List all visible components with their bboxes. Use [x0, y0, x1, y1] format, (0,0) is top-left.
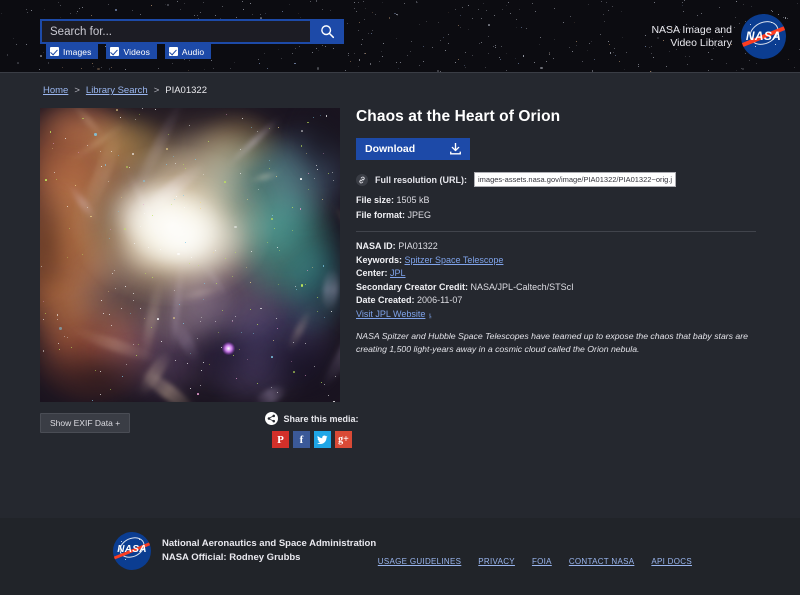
search-button[interactable] — [310, 19, 344, 44]
nasa-logo-text: NASA — [745, 29, 782, 43]
footer-link-foia[interactable]: FOIA — [532, 557, 552, 566]
footer-link-usage-guidelines[interactable]: USAGE GUIDELINES — [378, 557, 462, 566]
keywords-row: Keywords: Spitzer Space Telescope — [356, 254, 766, 268]
credit-row: Secondary Creator Credit: NASA/JPL-Calte… — [356, 281, 766, 295]
file-format-value: JPEG — [407, 210, 432, 220]
footer-nasa-logo-text: NASA — [117, 544, 147, 555]
breadcrumb-separator-2: > — [153, 85, 160, 96]
footer-official: NASA Official: Rodney Grubbs — [162, 552, 301, 563]
googleplus-share-icon[interactable]: g+ — [335, 431, 352, 448]
header-divider — [0, 72, 800, 73]
footer-agency: National Aeronautics and Space Administr… — [162, 538, 377, 549]
keywords-value[interactable]: Spitzer Space Telescope — [405, 255, 504, 265]
external-link-row: Visit JPL Website ⍸ — [356, 308, 766, 322]
breadcrumb-home[interactable]: Home — [43, 85, 68, 96]
file-size-label: File size: — [356, 195, 395, 205]
media-description: NASA Spitzer and Hubble Space Telescopes… — [356, 331, 748, 354]
nasa-id-row: NASA ID: PIA01322 — [356, 240, 766, 254]
date-created-row: Date Created: 2006-11-07 — [356, 294, 766, 308]
footer-link-contact-nasa[interactable]: CONTACT NASA — [569, 557, 635, 566]
link-icon — [356, 173, 368, 186]
search-bar[interactable] — [40, 19, 344, 44]
page-title: Chaos at the Heart of Orion — [356, 108, 561, 125]
footer-nasa-logo-icon[interactable]: NASA — [113, 532, 151, 570]
checkbox-videos[interactable] — [110, 47, 120, 56]
credit-label: Secondary Creator Credit: — [356, 281, 469, 292]
share-icons: P f g+ — [252, 431, 372, 448]
brand-line-2: Video Library — [670, 36, 732, 49]
download-button-label: Download — [365, 143, 416, 155]
download-button[interactable]: Download — [356, 138, 470, 160]
center-row: Center: JPL — [356, 267, 766, 281]
share-title: Share this media: — [283, 413, 359, 424]
breadcrumb-separator-1: > — [74, 85, 80, 96]
visit-jpl-website-link[interactable]: Visit JPL Website — [356, 309, 425, 319]
breadcrumb: Home > Library Search > PIA01322 — [43, 85, 207, 96]
footer-links: USAGE GUIDELINES PRIVACY FOIA CONTACT NA… — [378, 557, 692, 566]
breadcrumb-current: PIA01322 — [165, 85, 207, 96]
nasa-image-library-page: Images Videos Audio NASA Image and Video… — [0, 0, 800, 595]
search-input-container[interactable] — [40, 19, 310, 44]
keywords-label: Keywords: — [356, 254, 403, 265]
filter-images[interactable]: Images — [46, 44, 99, 59]
media-details: Chaos at the Heart of Orion Download Ful… — [356, 108, 766, 355]
search-icon — [320, 25, 334, 39]
search-input[interactable] — [50, 25, 302, 38]
filter-images-label: Images — [63, 46, 92, 57]
details-divider — [356, 231, 756, 232]
nasa-id-label: NASA ID: — [356, 241, 396, 251]
external-link-icon: ⍸ — [427, 309, 433, 319]
share-section: Share this media: P f g+ — [252, 412, 372, 448]
twitter-share-icon[interactable] — [314, 431, 331, 448]
date-created-label: Date Created: — [356, 295, 415, 305]
filter-audio-label: Audio — [181, 46, 205, 57]
url-label: Full resolution (URL): — [375, 174, 467, 185]
facebook-share-icon[interactable]: f — [293, 431, 310, 448]
brand-line-1: NASA Image and — [651, 23, 732, 36]
footer-link-api-docs[interactable]: API DOCS — [651, 557, 692, 566]
file-format-label: File format: — [356, 210, 406, 220]
footer-brand: NASA National Aeronautics and Space Admi… — [113, 532, 376, 570]
media-image[interactable] — [40, 108, 340, 402]
checkbox-audio[interactable] — [168, 47, 178, 56]
filter-videos[interactable]: Videos — [106, 44, 157, 59]
filter-audio[interactable]: Audio — [164, 44, 212, 59]
nasa-logo-icon[interactable]: NASA — [741, 14, 786, 59]
site-footer: NASA National Aeronautics and Space Admi… — [0, 518, 800, 595]
checkbox-images[interactable] — [50, 47, 59, 56]
show-exif-button[interactable]: Show EXIF Data + — [40, 413, 131, 433]
pinterest-share-icon[interactable]: P — [272, 431, 289, 448]
nasa-id-value: PIA01322 — [398, 241, 438, 251]
filter-videos-label: Videos — [123, 46, 150, 57]
full-resolution-url-row: Full resolution (URL): — [356, 172, 766, 187]
breadcrumb-library-search[interactable]: Library Search — [86, 85, 148, 96]
share-header: Share this media: — [252, 412, 372, 425]
credit-value: NASA/JPL-Caltech/STScI — [470, 281, 574, 292]
share-icon — [265, 412, 279, 425]
center-value[interactable]: JPL — [390, 268, 406, 278]
download-icon — [450, 143, 461, 155]
file-size-value: 1505 kB — [396, 195, 430, 205]
footer-link-privacy[interactable]: PRIVACY — [478, 557, 515, 566]
site-header: Images Videos Audio NASA Image and Video… — [0, 0, 800, 73]
date-created-value: 2006-11-07 — [417, 295, 463, 305]
footer-text: National Aeronautics and Space Administr… — [162, 537, 376, 565]
site-brand[interactable]: NASA Image and Video Library NASA — [651, 14, 786, 59]
brand-text: NASA Image and Video Library — [651, 24, 732, 50]
file-format-row: File format: JPEG — [356, 209, 766, 222]
media-type-filters: Images Videos Audio — [46, 44, 212, 59]
url-input[interactable] — [474, 172, 676, 187]
orion-nebula-graphic — [40, 108, 340, 402]
center-label: Center: — [356, 268, 388, 278]
file-size-row: File size: 1505 kB — [356, 194, 766, 207]
